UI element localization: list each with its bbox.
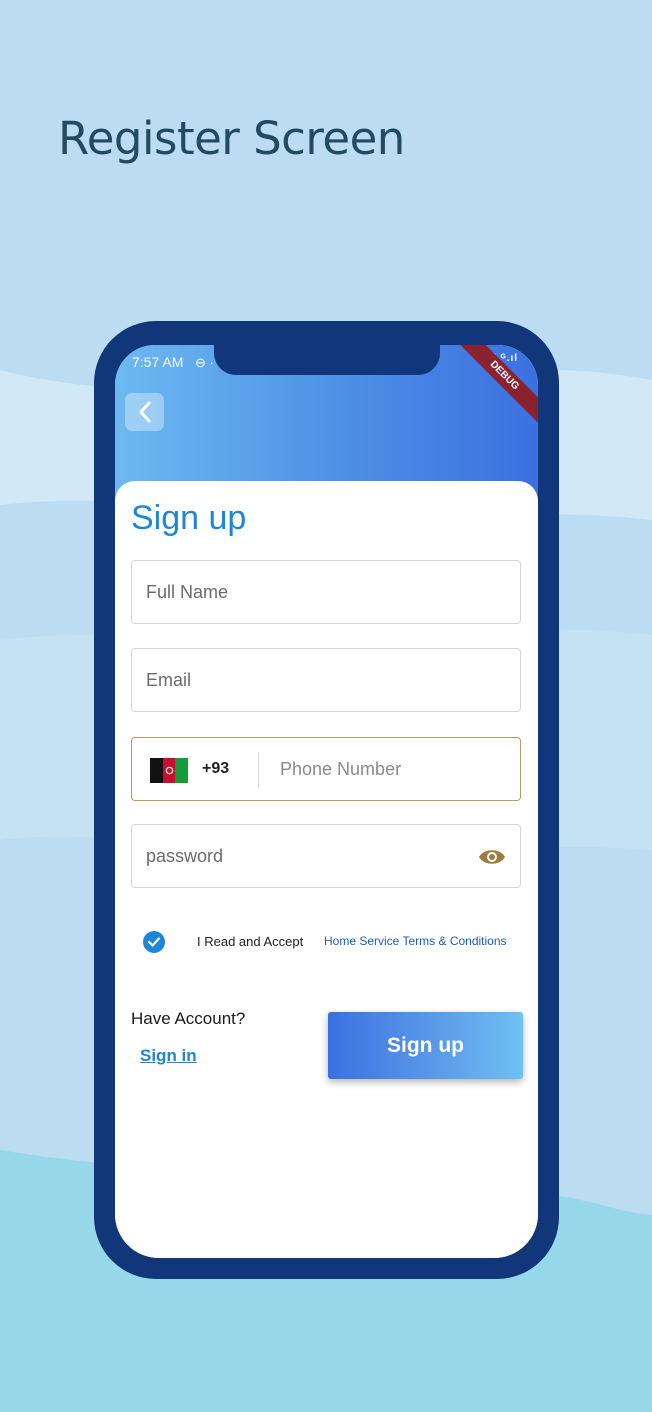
- dial-code[interactable]: +93: [202, 760, 229, 778]
- screen-heading: Register Screen: [58, 112, 405, 165]
- phone-field[interactable]: +93 Phone Number: [131, 737, 521, 801]
- email-field[interactable]: Email: [131, 648, 521, 712]
- back-button[interactable]: [125, 393, 164, 431]
- check-icon: [147, 937, 161, 947]
- terms-link[interactable]: Home Service Terms & Conditions: [324, 934, 507, 948]
- password-field[interactable]: password: [131, 824, 521, 888]
- chevron-left-icon: [139, 401, 150, 423]
- phone-mockup: 7:57 AM ⊖ · ıl ᴳ.ıl DEBUG Sign up Full N…: [94, 321, 559, 1279]
- edge-panel-handle[interactable]: [115, 1236, 135, 1258]
- password-placeholder: password: [146, 846, 224, 866]
- phone-divider: [258, 752, 259, 788]
- status-time: 7:57 AM: [132, 354, 184, 370]
- full-name-placeholder: Full Name: [146, 582, 229, 602]
- afghanistan-flag-icon[interactable]: [150, 758, 189, 783]
- signup-title: Sign up: [131, 499, 247, 537]
- eye-icon[interactable]: [478, 847, 506, 867]
- do-not-disturb-icon: ⊖ ·: [195, 355, 214, 370]
- phone-display: 7:57 AM ⊖ · ıl ᴳ.ıl DEBUG Sign up Full N…: [115, 345, 538, 1258]
- have-account-label: Have Account?: [131, 1009, 246, 1028]
- signin-link[interactable]: Sign in: [140, 1046, 197, 1066]
- full-name-field[interactable]: Full Name: [131, 560, 521, 624]
- accept-terms-checkbox[interactable]: [143, 931, 165, 953]
- signup-button[interactable]: Sign up: [328, 1012, 523, 1079]
- phone-placeholder: Phone Number: [280, 759, 402, 779]
- email-placeholder: Email: [146, 670, 192, 690]
- accept-label: I Read and Accept: [197, 934, 304, 949]
- debug-banner: DEBUG: [455, 345, 538, 425]
- phone-notch: [214, 345, 440, 375]
- signup-card: Sign up Full Name Email +93 Phone Number: [115, 481, 538, 1258]
- emblem-icon: [165, 766, 173, 775]
